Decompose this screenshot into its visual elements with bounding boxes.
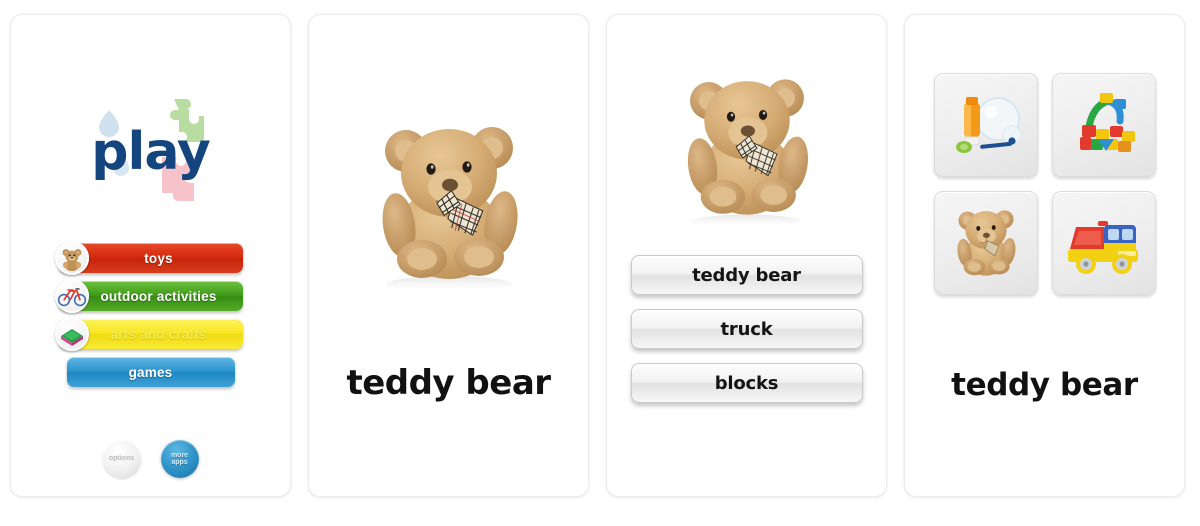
more-apps-label-line2: apps xyxy=(171,459,188,466)
quiz-screen: teddy bear truck blocks xyxy=(606,14,887,497)
menu-label-arts-and-crafts: arts and crafts xyxy=(110,326,207,342)
teddy-bear-icon xyxy=(943,200,1029,286)
flashcard-word: teddy bear xyxy=(346,363,551,403)
menu-button-arts-and-crafts[interactable]: arts and crafts xyxy=(54,317,243,351)
menu-label-games: games xyxy=(128,364,173,380)
category-menu: toys outdoor activities arts and crafts … xyxy=(54,241,243,387)
menu-label-toys: toys xyxy=(144,250,173,266)
menu-button-toys[interactable]: toys xyxy=(54,241,243,275)
grid-tile-blocks[interactable] xyxy=(1051,73,1156,177)
answer-button-blocks[interactable]: blocks xyxy=(630,363,863,403)
quiz-teddy-bear-photo[interactable] xyxy=(658,47,836,247)
grid-tile-truck[interactable] xyxy=(1051,191,1156,295)
menu-button-outdoor-activities[interactable]: outdoor activities xyxy=(54,279,243,313)
answer-choices: teddy bear truck blocks xyxy=(630,255,863,403)
options-button-label: options xyxy=(108,455,135,463)
picture-grid xyxy=(933,73,1156,295)
answer-button-truck[interactable]: truck xyxy=(630,309,863,349)
more-apps-label-line1: more xyxy=(170,451,189,459)
menu-button-games[interactable]: games xyxy=(66,357,235,387)
picture-grid-screen: teddy bear xyxy=(904,14,1185,497)
screenshot-gallery: play toys outdoor activities arts and cr… xyxy=(0,0,1200,526)
more-apps-button[interactable]: more apps xyxy=(160,440,199,478)
bubbles-icon xyxy=(942,81,1030,169)
teddy-bear-icon xyxy=(54,241,89,275)
teddy-bear-photo[interactable] xyxy=(349,103,549,303)
app-logo-text: play xyxy=(91,122,210,182)
flashcard-screen: teddy bear xyxy=(308,14,589,497)
craft-sponge-icon xyxy=(54,317,89,351)
dump-truck-icon xyxy=(1060,199,1148,287)
footer-buttons: options more apps xyxy=(102,440,199,478)
answer-button-teddy-bear[interactable]: teddy bear xyxy=(630,255,863,295)
blocks-icon xyxy=(1060,81,1148,169)
grid-tile-bubbles[interactable] xyxy=(933,73,1038,177)
options-button[interactable]: options xyxy=(102,440,141,478)
grid-tile-teddy-bear[interactable] xyxy=(933,191,1038,295)
app-logo: play xyxy=(11,97,290,207)
menu-label-outdoor-activities: outdoor activities xyxy=(100,288,217,304)
picture-grid-word: teddy bear xyxy=(951,367,1138,403)
bicycle-icon xyxy=(54,279,89,313)
home-menu-screen: play toys outdoor activities arts and cr… xyxy=(10,14,291,497)
